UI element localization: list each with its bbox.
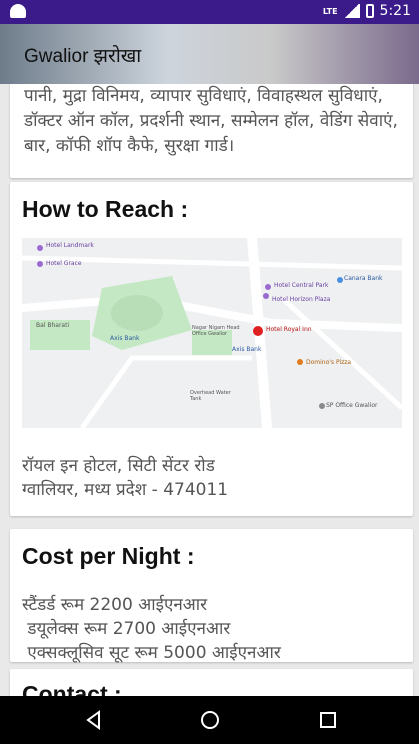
amenities-text: पानी, मुद्रा विनिमय, व्यापार सुविधाएं, व… bbox=[24, 86, 398, 156]
map-label-canara-bank: Canara Bank bbox=[344, 275, 383, 282]
map-label-hotel-horizon-plaza: Hotel Horizon Plaza bbox=[272, 296, 331, 303]
contact-heading: Contact : bbox=[22, 681, 122, 696]
status-icons: LTE 5:21 bbox=[323, 3, 411, 19]
cost-lines: स्टैंडर्ड रूम 2200 आईएनआर डयूलेक्स रूम 2… bbox=[22, 595, 281, 663]
home-icon[interactable] bbox=[198, 708, 222, 732]
android-notification-icon bbox=[10, 4, 26, 18]
hotel-address: रॉयल इन होटल, सिटी सेंटर रोड ग्वालियर, म… bbox=[22, 456, 229, 500]
how-to-reach-heading: How to Reach : bbox=[22, 196, 189, 222]
map-label-nagar-nigam: Nagar Nigam Head Office Gwalior bbox=[192, 325, 240, 337]
battery-icon bbox=[365, 4, 374, 18]
map-label-hotel-royal-inn: Hotel Royal Inn bbox=[266, 326, 312, 333]
amenities-card: पानी, मुद्रा विनिमय, व्यापार सुविधाएं, व… bbox=[10, 80, 413, 178]
map-label-hotel-grace: Hotel Grace bbox=[46, 260, 82, 267]
map-label-axis-bank-2: Axis Bank bbox=[232, 346, 262, 353]
recents-icon[interactable] bbox=[316, 708, 340, 732]
map-label-bal-bharati: Bal Bharati bbox=[36, 322, 70, 329]
status-bar: LTE 5:21 bbox=[0, 0, 419, 24]
app-bar: Gwalior झरोखा bbox=[0, 24, 419, 84]
network-type: LTE bbox=[322, 6, 338, 16]
map-label-overhead-tank: Overhead Water Tank bbox=[190, 390, 231, 402]
map-label-hotel-central-park: Hotel Central Park bbox=[274, 282, 329, 289]
signal-icon bbox=[343, 4, 360, 18]
navigation-bar bbox=[0, 696, 419, 744]
cost-card: Cost per Night : स्टैंडर्ड रूम 2200 आईएन… bbox=[10, 529, 413, 663]
back-icon[interactable] bbox=[82, 708, 106, 732]
map-label-hotel-landmark: Hotel Landmark bbox=[46, 242, 94, 249]
map-label-sp-office: SP Office Gwalior bbox=[326, 402, 378, 409]
scroll-content[interactable]: पानी, मुद्रा विनिमय, व्यापार सुविधाएं, व… bbox=[0, 24, 419, 696]
contact-card: Contact : bbox=[10, 669, 413, 696]
how-to-reach-card: How to Reach : Hotel Landmark Hotel Grac… bbox=[10, 182, 413, 516]
clock: 5:21 bbox=[379, 3, 411, 19]
cost-heading: Cost per Night : bbox=[22, 543, 195, 569]
app-title: Gwalior झरोखा bbox=[24, 46, 142, 67]
map-label-dominos: Domino's Pizza bbox=[306, 359, 352, 366]
location-map[interactable]: Hotel Landmark Hotel Grace Bal Bharati A… bbox=[22, 238, 402, 428]
map-label-axis-bank: Axis Bank bbox=[110, 335, 140, 342]
